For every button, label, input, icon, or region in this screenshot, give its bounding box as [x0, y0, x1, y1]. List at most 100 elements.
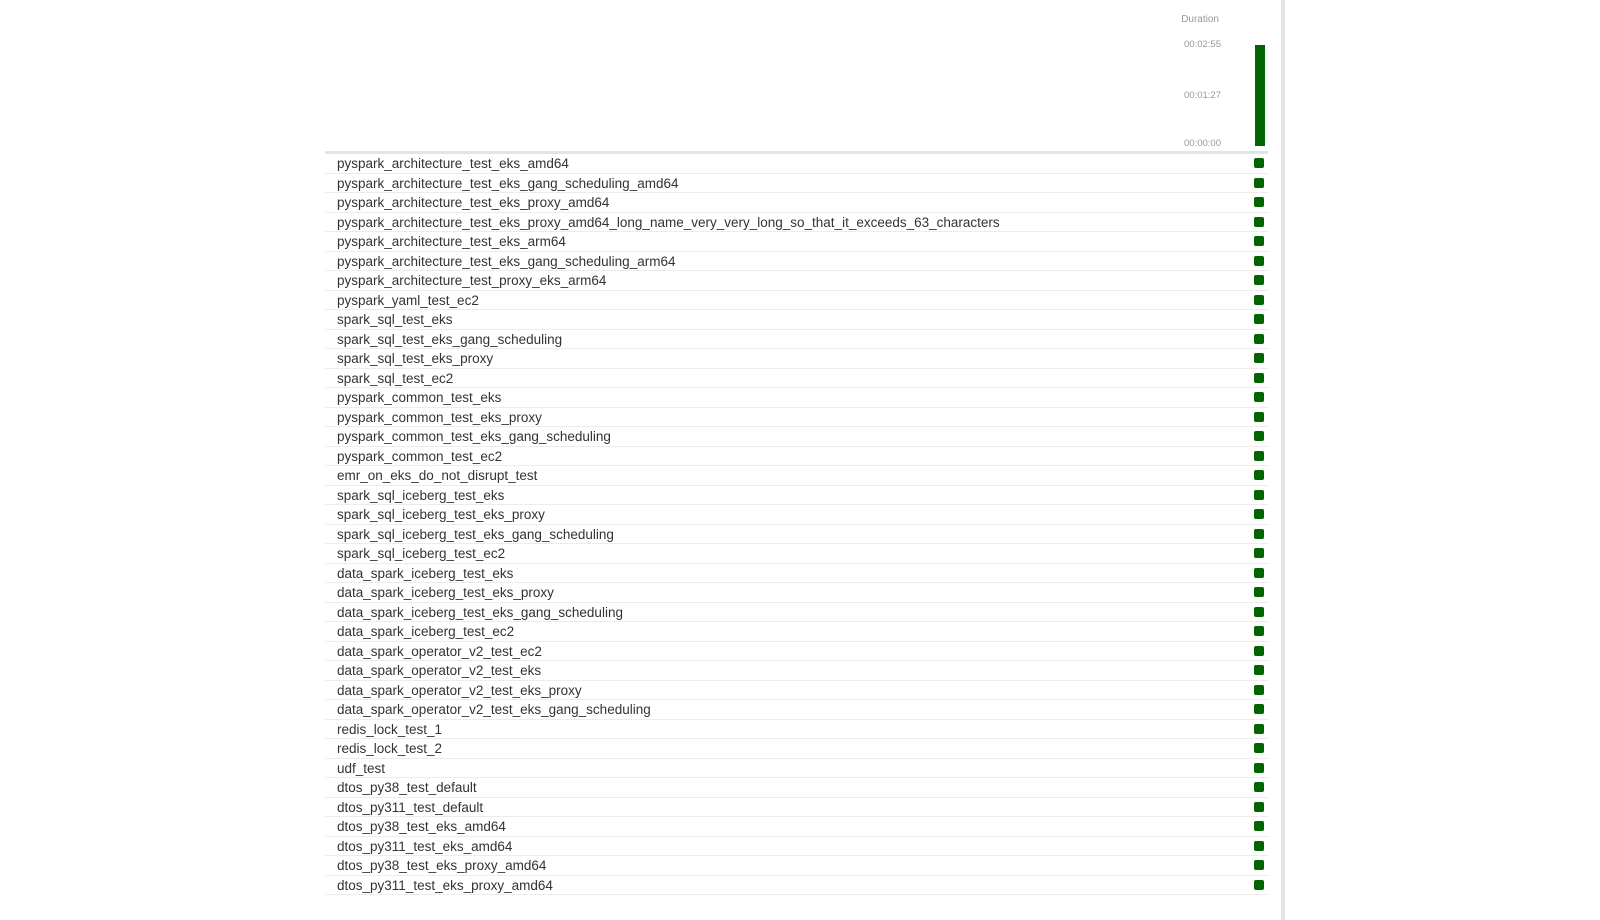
task-row[interactable]: pyspark_yaml_test_ec2: [325, 291, 1268, 310]
task-instance-status-square[interactable]: [1254, 216, 1264, 227]
task-instance-status-square[interactable]: [1254, 158, 1264, 168]
task-name[interactable]: spark_sql_test_eks_proxy: [337, 350, 493, 367]
task-row[interactable]: emr_on_eks_do_not_disrupt_test: [325, 466, 1268, 486]
task-row[interactable]: dtos_py38_test_eks_proxy_amd64: [325, 856, 1268, 876]
task-name[interactable]: udf_test: [337, 760, 385, 777]
task-name[interactable]: pyspark_common_test_eks_gang_scheduling: [337, 428, 611, 445]
task-instance-status-square[interactable]: [1254, 684, 1264, 695]
task-name[interactable]: dtos_py311_test_eks_amd64: [337, 838, 512, 855]
task-name[interactable]: pyspark_architecture_test_eks_arm64: [337, 233, 566, 250]
task-row[interactable]: data_spark_iceberg_test_eks_gang_schedul…: [325, 603, 1268, 622]
task-instance-status-square[interactable]: [1254, 275, 1264, 285]
task-row[interactable]: dtos_py38_test_eks_amd64: [325, 817, 1268, 837]
task-row[interactable]: data_spark_operator_v2_test_ec2: [325, 642, 1268, 661]
task-name[interactable]: data_spark_iceberg_test_eks_proxy: [337, 584, 554, 601]
task-row[interactable]: pyspark_architecture_test_eks_gang_sched…: [325, 174, 1268, 193]
task-name[interactable]: pyspark_common_test_eks_proxy: [337, 409, 542, 426]
task-instance-status-square[interactable]: [1254, 450, 1264, 461]
task-row[interactable]: pyspark_common_test_ec2: [325, 447, 1268, 466]
task-row[interactable]: dtos_py311_test_default: [325, 798, 1268, 817]
task-instance-status-square[interactable]: [1254, 840, 1264, 851]
task-instance-status-square[interactable]: [1254, 567, 1264, 578]
task-instance-status-square[interactable]: [1254, 587, 1264, 597]
task-instance-status-square[interactable]: [1254, 548, 1264, 558]
task-name[interactable]: pyspark_architecture_test_eks_proxy_amd6…: [337, 194, 609, 211]
task-instance-status-square[interactable]: [1254, 645, 1264, 656]
task-instance-status-square[interactable]: [1254, 197, 1264, 207]
task-name[interactable]: dtos_py38_test_default: [337, 779, 477, 796]
task-instance-status-square[interactable]: [1254, 294, 1264, 305]
task-name[interactable]: spark_sql_iceberg_test_eks_proxy: [337, 506, 545, 523]
task-row[interactable]: spark_sql_iceberg_test_eks_gang_scheduli…: [325, 525, 1268, 544]
task-name[interactable]: dtos_py38_test_eks_amd64: [337, 818, 506, 835]
task-name[interactable]: pyspark_yaml_test_ec2: [337, 292, 479, 309]
task-name[interactable]: data_spark_operator_v2_test_eks: [337, 662, 541, 679]
task-instance-status-square[interactable]: [1254, 333, 1264, 344]
task-row[interactable]: spark_sql_test_eks: [325, 310, 1268, 330]
task-row[interactable]: pyspark_architecture_test_eks_proxy_amd6…: [325, 193, 1268, 213]
task-instance-status-square[interactable]: [1254, 470, 1264, 480]
task-instance-status-square[interactable]: [1254, 431, 1264, 441]
task-instance-status-square[interactable]: [1254, 489, 1264, 500]
task-row[interactable]: pyspark_common_test_eks: [325, 388, 1268, 408]
task-row[interactable]: spark_sql_test_ec2: [325, 369, 1268, 388]
task-name[interactable]: spark_sql_iceberg_test_ec2: [337, 545, 505, 562]
task-instance-status-square[interactable]: [1254, 723, 1264, 734]
task-name[interactable]: pyspark_common_test_ec2: [337, 448, 502, 465]
task-instance-status-square[interactable]: [1254, 177, 1264, 188]
task-name[interactable]: pyspark_common_test_eks: [337, 389, 501, 406]
task-instance-status-square[interactable]: [1254, 743, 1264, 753]
task-name[interactable]: pyspark_architecture_test_eks_amd64: [337, 155, 569, 172]
task-instance-status-square[interactable]: [1254, 411, 1264, 422]
task-row[interactable]: data_spark_operator_v2_test_eks: [325, 661, 1268, 681]
task-instance-status-square[interactable]: [1254, 509, 1264, 519]
task-name[interactable]: emr_on_eks_do_not_disrupt_test: [337, 467, 537, 484]
task-row[interactable]: dtos_py311_test_eks_amd64: [325, 837, 1268, 856]
task-instance-status-square[interactable]: [1254, 665, 1264, 675]
task-instance-status-square[interactable]: [1254, 236, 1264, 246]
task-instance-status-square[interactable]: [1254, 821, 1264, 831]
task-instance-status-square[interactable]: [1254, 528, 1264, 539]
task-row[interactable]: spark_sql_test_eks_gang_scheduling: [325, 330, 1268, 349]
task-row[interactable]: udf_test: [325, 759, 1268, 778]
task-name[interactable]: spark_sql_test_eks: [337, 311, 453, 328]
task-row[interactable]: pyspark_common_test_eks_proxy: [325, 408, 1268, 427]
task-name[interactable]: data_spark_iceberg_test_ec2: [337, 623, 514, 640]
task-instance-status-square[interactable]: [1254, 314, 1264, 324]
task-name[interactable]: pyspark_architecture_test_eks_gang_sched…: [337, 175, 678, 192]
task-name[interactable]: dtos_py38_test_eks_proxy_amd64: [337, 857, 546, 874]
task-name[interactable]: data_spark_operator_v2_test_eks_proxy: [337, 682, 582, 699]
task-row[interactable]: spark_sql_test_eks_proxy: [325, 349, 1268, 369]
task-instance-status-square[interactable]: [1254, 782, 1264, 792]
task-name[interactable]: spark_sql_test_eks_gang_scheduling: [337, 331, 562, 348]
task-row[interactable]: spark_sql_iceberg_test_eks: [325, 486, 1268, 505]
task-row[interactable]: redis_lock_test_2: [325, 739, 1268, 759]
task-row[interactable]: data_spark_operator_v2_test_eks_gang_sch…: [325, 700, 1268, 720]
task-instance-status-square[interactable]: [1254, 626, 1264, 636]
task-row[interactable]: pyspark_architecture_test_eks_arm64: [325, 232, 1268, 252]
task-row[interactable]: data_spark_iceberg_test_eks_proxy: [325, 583, 1268, 603]
task-name[interactable]: pyspark_architecture_test_eks_gang_sched…: [337, 253, 675, 270]
task-row[interactable]: redis_lock_test_1: [325, 720, 1268, 739]
task-instance-status-square[interactable]: [1254, 353, 1264, 363]
task-instance-status-square[interactable]: [1254, 879, 1264, 890]
task-instance-status-square[interactable]: [1254, 392, 1264, 402]
task-name[interactable]: redis_lock_test_2: [337, 740, 442, 757]
task-name[interactable]: data_spark_iceberg_test_eks_gang_schedul…: [337, 604, 623, 621]
task-name[interactable]: data_spark_iceberg_test_eks: [337, 565, 513, 582]
task-row[interactable]: dtos_py311_test_eks_proxy_amd64: [325, 876, 1268, 895]
task-name[interactable]: data_spark_operator_v2_test_ec2: [337, 643, 542, 660]
task-row[interactable]: pyspark_common_test_eks_gang_scheduling: [325, 427, 1268, 447]
task-instance-status-square[interactable]: [1254, 762, 1264, 773]
task-name[interactable]: dtos_py311_test_default: [337, 799, 483, 816]
task-name[interactable]: pyspark_architecture_test_proxy_eks_arm6…: [337, 272, 606, 289]
task-name[interactable]: data_spark_operator_v2_test_eks_gang_sch…: [337, 701, 651, 718]
task-name[interactable]: spark_sql_test_ec2: [337, 370, 453, 387]
task-name[interactable]: redis_lock_test_1: [337, 721, 442, 738]
task-instance-status-square[interactable]: [1254, 704, 1264, 714]
task-row[interactable]: dtos_py38_test_default: [325, 778, 1268, 798]
task-row[interactable]: data_spark_iceberg_test_eks: [325, 564, 1268, 583]
task-name[interactable]: dtos_py311_test_eks_proxy_amd64: [337, 877, 553, 894]
task-instance-status-square[interactable]: [1254, 372, 1264, 383]
task-instance-status-square[interactable]: [1254, 801, 1264, 812]
